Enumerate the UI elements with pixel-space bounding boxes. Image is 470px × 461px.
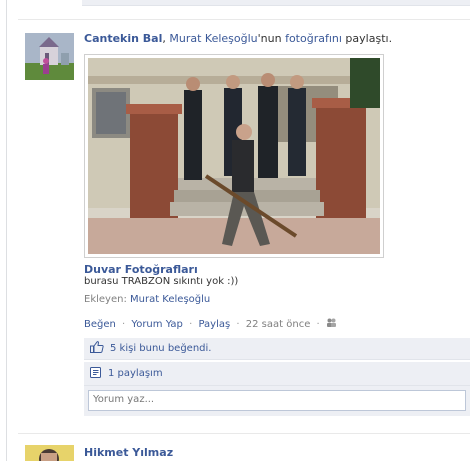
actor-avatar[interactable] <box>25 33 74 80</box>
added-by-name-link[interactable]: Murat Keleşoğlu <box>130 294 210 305</box>
owner-name-link[interactable]: Murat Keleşoğlu <box>169 32 257 45</box>
likes-count-link[interactable]: 5 kişi bunu beğendi. <box>110 343 211 354</box>
share-link[interactable]: Paylaş <box>198 319 230 330</box>
thumbs-up-icon <box>90 341 104 356</box>
likes-row: 5 kişi bunu beğendi. <box>84 338 470 360</box>
story-headline: Cantekin Bal, Murat Keleşoğlu'nun fotoğr… <box>84 32 464 45</box>
avatar-photo <box>25 445 74 461</box>
friends-icon[interactable] <box>326 318 337 330</box>
like-link[interactable]: Beğen <box>84 319 116 330</box>
added-by: Ekleyen: Murat Keleşoğlu <box>84 294 210 305</box>
photo-link[interactable]: fotoğrafını <box>285 32 342 45</box>
photo-image <box>88 58 380 254</box>
timestamp[interactable]: 22 saat önce <box>246 319 311 330</box>
story-divider <box>18 19 470 20</box>
action-separator: · <box>236 319 240 330</box>
story-actions: Beğen · Yorum Yap · Paylaş · 22 saat önc… <box>84 318 337 330</box>
next-actor-name-link[interactable]: Hikmet Yılmaz <box>84 446 173 459</box>
next-actor-avatar[interactable] <box>25 445 74 461</box>
comment-link[interactable]: Yorum Yap <box>131 319 182 330</box>
comment-input[interactable]: Yorum yaz... <box>88 390 466 411</box>
headline-verb: paylaştı. <box>341 32 393 45</box>
added-by-label: Ekleyen: <box>84 294 130 305</box>
shared-photo[interactable] <box>84 54 384 258</box>
action-separator: · <box>316 319 320 330</box>
action-separator: · <box>122 319 126 330</box>
share-icon <box>90 366 102 381</box>
avatar-photo <box>25 33 74 80</box>
photo-caption: burasu TRABZON sıkıntı yok :)) <box>84 276 239 287</box>
actor-name-link[interactable]: Cantekin Bal <box>84 32 162 45</box>
story-divider <box>18 433 470 434</box>
album-title-link[interactable]: Duvar Fotoğrafları <box>84 263 198 276</box>
action-separator: · <box>189 319 193 330</box>
shares-count-link[interactable]: 1 paylaşım <box>108 368 163 379</box>
owner-suffix: 'nun <box>257 32 286 45</box>
shares-row: 1 paylaşım <box>84 362 470 386</box>
previous-story-comment-strip <box>82 0 470 6</box>
comment-row: Yorum yaz... <box>84 386 470 416</box>
page-left-border <box>6 0 7 461</box>
